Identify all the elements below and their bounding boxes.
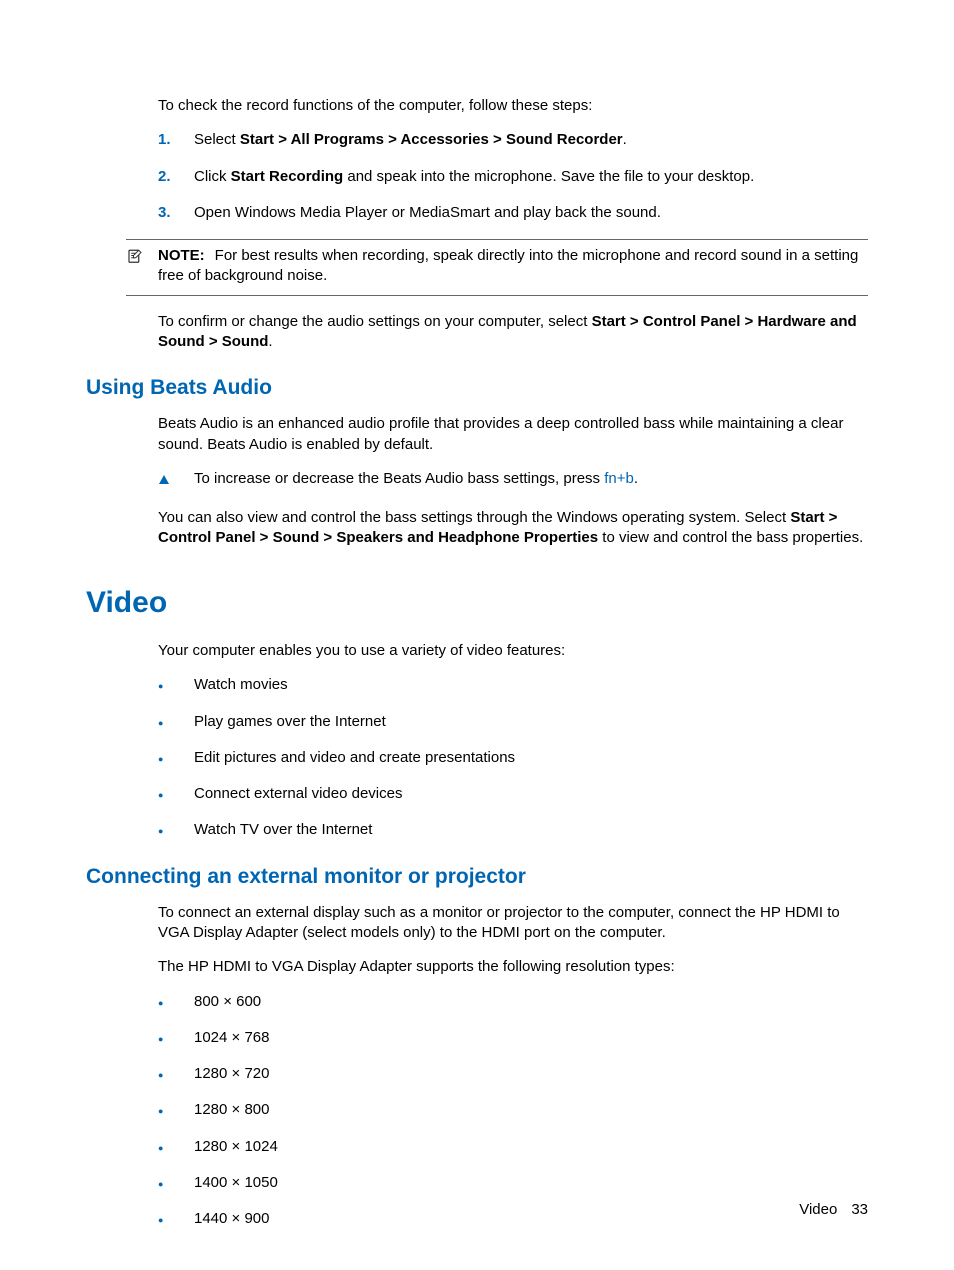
resolution-text: 1440 × 900 <box>194 1209 270 1229</box>
step-text: Click Start Recording and speak into the… <box>194 167 868 187</box>
triangle-icon <box>158 474 170 486</box>
video-heading: Video <box>86 583 868 624</box>
bullet-icon: ● <box>158 1064 194 1084</box>
view-post: to view and control the bass properties. <box>598 529 863 546</box>
note-box: NOTE:For best results when recording, sp… <box>126 239 868 296</box>
feature-text: Watch TV over the Internet <box>194 820 372 840</box>
list-item: ●800 × 600 <box>158 992 868 1012</box>
bullet-icon: ● <box>158 748 194 768</box>
resolution-text: 1280 × 1024 <box>194 1137 278 1157</box>
confirm-text: To confirm or change the audio settings … <box>158 312 868 353</box>
step-item: 2. Click Start Recording and speak into … <box>158 167 868 187</box>
step-text: Open Windows Media Player or MediaSmart … <box>194 203 868 223</box>
beats-heading: Using Beats Audio <box>86 374 868 402</box>
tip-text: To increase or decrease the Beats Audio … <box>194 469 638 492</box>
video-features-list: ●Watch movies ●Play games over the Inter… <box>158 675 868 840</box>
bullet-icon: ● <box>158 1209 194 1229</box>
footer-page: 33 <box>851 1201 868 1218</box>
step-pre: Click <box>194 168 231 185</box>
bullet-icon: ● <box>158 1137 194 1157</box>
note-icon <box>126 248 144 266</box>
connect-p2: The HP HDMI to VGA Display Adapter suppo… <box>158 957 868 977</box>
step-pre: Open Windows Media Player or MediaSmart … <box>194 204 661 221</box>
step-bold: Start > All Programs > Accessories > Sou… <box>240 131 623 148</box>
list-item: ●Watch TV over the Internet <box>158 820 868 840</box>
page-footer: Video 33 <box>799 1200 868 1220</box>
resolution-list: ●800 × 600 ●1024 × 768 ●1280 × 720 ●1280… <box>158 992 868 1230</box>
feature-text: Connect external video devices <box>194 784 402 804</box>
confirm-pre: To confirm or change the audio settings … <box>158 313 592 330</box>
intro-text: To check the record functions of the com… <box>158 96 868 116</box>
confirm-post: . <box>268 333 272 350</box>
resolution-text: 1280 × 720 <box>194 1064 270 1084</box>
note-text: For best results when recording, speak d… <box>158 247 858 284</box>
note-body: NOTE:For best results when recording, sp… <box>158 246 868 287</box>
step-pre: Select <box>194 131 240 148</box>
step-number: 2. <box>158 167 194 187</box>
list-item: ●Edit pictures and video and create pres… <box>158 748 868 768</box>
view-pre: You can also view and control the bass s… <box>158 509 790 526</box>
list-item: ●1280 × 1024 <box>158 1137 868 1157</box>
resolution-text: 800 × 600 <box>194 992 261 1012</box>
tip-pre: To increase or decrease the Beats Audio … <box>194 470 604 487</box>
list-item: ●1024 × 768 <box>158 1028 868 1048</box>
bullet-icon: ● <box>158 1028 194 1048</box>
resolution-text: 1024 × 768 <box>194 1028 270 1048</box>
step-post: . <box>623 131 627 148</box>
beats-intro: Beats Audio is an enhanced audio profile… <box>158 414 868 455</box>
resolution-text: 1400 × 1050 <box>194 1173 278 1193</box>
step-item: 3. Open Windows Media Player or MediaSma… <box>158 203 868 223</box>
list-item: ●Connect external video devices <box>158 784 868 804</box>
tip-post: . <box>634 470 638 487</box>
bullet-icon: ● <box>158 712 194 732</box>
list-item: ●1280 × 720 <box>158 1064 868 1084</box>
step-post: and speak into the microphone. Save the … <box>343 168 754 185</box>
feature-text: Watch movies <box>194 675 288 695</box>
bullet-icon: ● <box>158 675 194 695</box>
feature-text: Play games over the Internet <box>194 712 386 732</box>
list-item: ●Play games over the Internet <box>158 712 868 732</box>
list-item: ●1280 × 800 <box>158 1100 868 1120</box>
list-item: ●1400 × 1050 <box>158 1173 868 1193</box>
resolution-text: 1280 × 800 <box>194 1100 270 1120</box>
step-bold: Start Recording <box>231 168 344 185</box>
note-label: NOTE: <box>158 247 205 264</box>
step-item: 1. Select Start > All Programs > Accesso… <box>158 130 868 150</box>
bullet-icon: ● <box>158 1173 194 1193</box>
connect-heading: Connecting an external monitor or projec… <box>86 863 868 891</box>
tip-key: fn+b <box>604 470 634 487</box>
feature-text: Edit pictures and video and create prese… <box>194 748 515 768</box>
step-number: 3. <box>158 203 194 223</box>
footer-section: Video <box>799 1201 837 1218</box>
bullet-icon: ● <box>158 820 194 840</box>
list-item: ●1440 × 900 <box>158 1209 868 1229</box>
list-item: ●Watch movies <box>158 675 868 695</box>
bullet-icon: ● <box>158 992 194 1012</box>
beats-view: You can also view and control the bass s… <box>158 508 868 549</box>
step-text: Select Start > All Programs > Accessorie… <box>194 130 868 150</box>
tip-row: To increase or decrease the Beats Audio … <box>158 469 868 492</box>
connect-p1: To connect an external display such as a… <box>158 903 868 944</box>
video-intro: Your computer enables you to use a varie… <box>158 641 868 661</box>
bullet-icon: ● <box>158 1100 194 1120</box>
bullet-icon: ● <box>158 784 194 804</box>
step-number: 1. <box>158 130 194 150</box>
steps-list: 1. Select Start > All Programs > Accesso… <box>158 130 868 223</box>
